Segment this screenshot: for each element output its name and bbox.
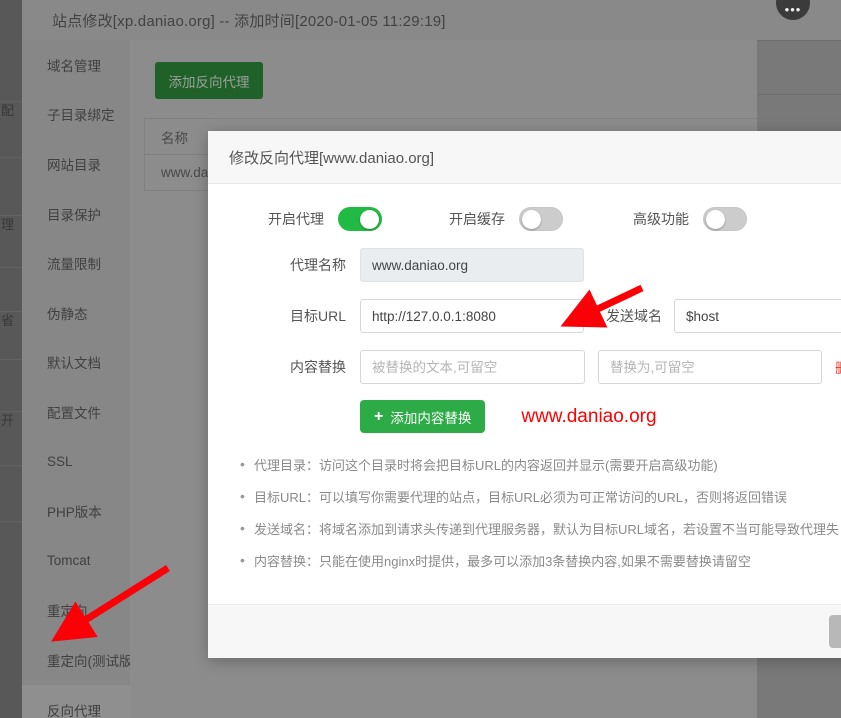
target-url-input[interactable] bbox=[360, 299, 584, 333]
sidebar-item-redirect-beta[interactable]: 重定向(测试版) bbox=[22, 635, 130, 685]
edge-strip-row bbox=[0, 40, 22, 102]
sidebar-item-label: 默认文档 bbox=[47, 352, 101, 372]
watermark-text: www.daniao.org bbox=[521, 406, 656, 428]
sidebar-item-label: 反向代理 bbox=[47, 700, 101, 718]
add-reverse-proxy-button[interactable]: 添加反向代理 bbox=[155, 62, 263, 99]
help-item-send-domain: 发送域名：将域名添加到请求头传递到代理服务器，默认为目标URL域名，若设置不当可… bbox=[254, 521, 841, 538]
toggle-knob-icon bbox=[360, 210, 379, 229]
sidebar-item-label: 目录保护 bbox=[47, 204, 101, 224]
switch-group-advanced: 高级功能 bbox=[633, 207, 747, 231]
help-item-proxy-dir: 代理目录：访问这个目录时将会把目标URL的内容返回并显示(需要开启高级功能) bbox=[254, 457, 841, 474]
switch-label-enable-cache: 开启缓存 bbox=[449, 209, 505, 229]
sidebar-item-php-version[interactable]: PHP版本 bbox=[22, 486, 130, 536]
sidebar-item-website-directory[interactable]: 网站目录 bbox=[22, 139, 130, 189]
sidebar-item-traffic-limit[interactable]: 流量限制 bbox=[22, 238, 130, 288]
delete-replacement-link[interactable]: 删除 bbox=[835, 357, 841, 377]
switch-group-enable-cache: 开启缓存 bbox=[449, 207, 563, 231]
dialog-body: 开启代理 开启缓存 高级功能 代理名称 目标URL 发送域名 bbox=[208, 184, 841, 604]
sidebar-item-label: 伪静态 bbox=[47, 303, 88, 323]
sidebar: 域名管理 子目录绑定 网站目录 目录保护 流量限制 伪静态 默认文档 配置文件 … bbox=[22, 40, 130, 718]
sidebar-item-ssl[interactable]: SSL bbox=[22, 437, 130, 487]
send-domain-input[interactable] bbox=[674, 299, 841, 333]
toggle-advanced-features[interactable] bbox=[703, 207, 747, 231]
label-send-domain: 发送域名 bbox=[606, 306, 662, 326]
sidebar-item-label: SSL bbox=[47, 454, 73, 469]
help-item-target-url: 目标URL：可以填写你需要代理的站点，目标URL必须为可正常访问的URL，否则将… bbox=[254, 489, 841, 506]
edge-strip-row bbox=[0, 360, 22, 412]
dialog-footer: 关闭 bbox=[208, 604, 841, 658]
sidebar-item-reverse-proxy[interactable]: 反向代理 bbox=[22, 685, 130, 718]
screenshot-root: 配 理 省 开 站点修改[xp.daniao.org] -- 添加时间[2020… bbox=[0, 0, 841, 718]
plus-icon: + bbox=[374, 409, 383, 425]
form-row-target-url: 目标URL 发送域名 bbox=[208, 299, 841, 333]
edge-strip-row bbox=[0, 158, 22, 216]
sidebar-item-redirect[interactable]: 重定向 bbox=[22, 586, 130, 636]
window-titlebar: 站点修改[xp.daniao.org] -- 添加时间[2020-01-05 1… bbox=[22, 0, 841, 40]
toggle-enable-proxy[interactable] bbox=[338, 207, 382, 231]
sidebar-item-label: 重定向 bbox=[47, 600, 88, 620]
add-replacement-row: + 添加内容替换 www.daniao.org bbox=[208, 400, 841, 433]
edge-strip-row: 理 bbox=[0, 216, 22, 268]
sidebar-item-label: 重定向(测试版) bbox=[47, 650, 137, 670]
toggle-knob-icon bbox=[522, 210, 541, 229]
close-button[interactable]: 关闭 bbox=[829, 615, 841, 648]
edge-strip-row bbox=[0, 268, 22, 312]
sidebar-item-pseudo-static[interactable]: 伪静态 bbox=[22, 288, 130, 338]
sidebar-item-default-document[interactable]: 默认文档 bbox=[22, 338, 130, 388]
left-edge-strip: 配 理 省 开 bbox=[0, 0, 22, 718]
sidebar-item-config-file[interactable]: 配置文件 bbox=[22, 387, 130, 437]
sidebar-item-label: 域名管理 bbox=[47, 55, 101, 75]
sidebar-item-label: 网站目录 bbox=[47, 154, 101, 174]
label-target-url: 目标URL bbox=[268, 306, 346, 326]
toggle-enable-cache[interactable] bbox=[519, 207, 563, 231]
form-row-proxy-name: 代理名称 bbox=[208, 248, 841, 282]
toggle-knob-icon bbox=[706, 210, 725, 229]
label-proxy-name: 代理名称 bbox=[268, 255, 346, 275]
replace-to-input[interactable] bbox=[598, 350, 822, 384]
edge-strip-row: 配 bbox=[0, 102, 22, 158]
switch-label-enable-proxy: 开启代理 bbox=[268, 209, 324, 229]
label-content-replace: 内容替换 bbox=[268, 357, 346, 377]
help-item-content-replace: 内容替换：只能在使用nginx时提供，最多可以添加3条替换内容,如果不需要替换请… bbox=[254, 553, 841, 570]
dialog-title: 修改反向代理[www.daniao.org] bbox=[229, 147, 434, 168]
sidebar-item-subdirectory-binding[interactable]: 子目录绑定 bbox=[22, 90, 130, 140]
sidebar-item-label: Tomcat bbox=[47, 553, 91, 568]
edge-strip-row bbox=[0, 466, 22, 522]
sidebar-item-tomcat[interactable]: Tomcat bbox=[22, 536, 130, 586]
proxy-name-input[interactable] bbox=[360, 248, 584, 282]
dialog-header: 修改反向代理[www.daniao.org] bbox=[208, 131, 841, 184]
sidebar-item-label: 流量限制 bbox=[47, 253, 101, 273]
switch-label-advanced: 高级功能 bbox=[633, 209, 689, 229]
add-content-replacement-label: 添加内容替换 bbox=[390, 407, 471, 427]
switch-row: 开启代理 开启缓存 高级功能 bbox=[208, 184, 841, 231]
sidebar-item-label: 配置文件 bbox=[47, 402, 101, 422]
add-content-replacement-button[interactable]: + 添加内容替换 bbox=[360, 400, 485, 433]
sidebar-item-directory-protection[interactable]: 目录保护 bbox=[22, 189, 130, 239]
page-title: 站点修改[xp.daniao.org] -- 添加时间[2020-01-05 1… bbox=[52, 10, 446, 31]
form-row-content-replace: 内容替换 删除 bbox=[208, 350, 841, 384]
sidebar-item-domain-management[interactable]: 域名管理 bbox=[22, 40, 130, 90]
edge-strip-row: 省 bbox=[0, 312, 22, 360]
switch-group-enable-proxy: 开启代理 bbox=[268, 207, 382, 231]
replace-from-input[interactable] bbox=[360, 350, 585, 384]
help-list: 代理目录：访问这个目录时将会把目标URL的内容返回并显示(需要开启高级功能) 目… bbox=[208, 457, 841, 570]
edit-reverse-proxy-dialog: 修改反向代理[www.daniao.org] 开启代理 开启缓存 高级功能 代理… bbox=[208, 131, 841, 658]
sidebar-item-label: PHP版本 bbox=[47, 501, 102, 521]
sidebar-item-label: 子目录绑定 bbox=[47, 104, 115, 124]
edge-strip-row: 开 bbox=[0, 412, 22, 466]
